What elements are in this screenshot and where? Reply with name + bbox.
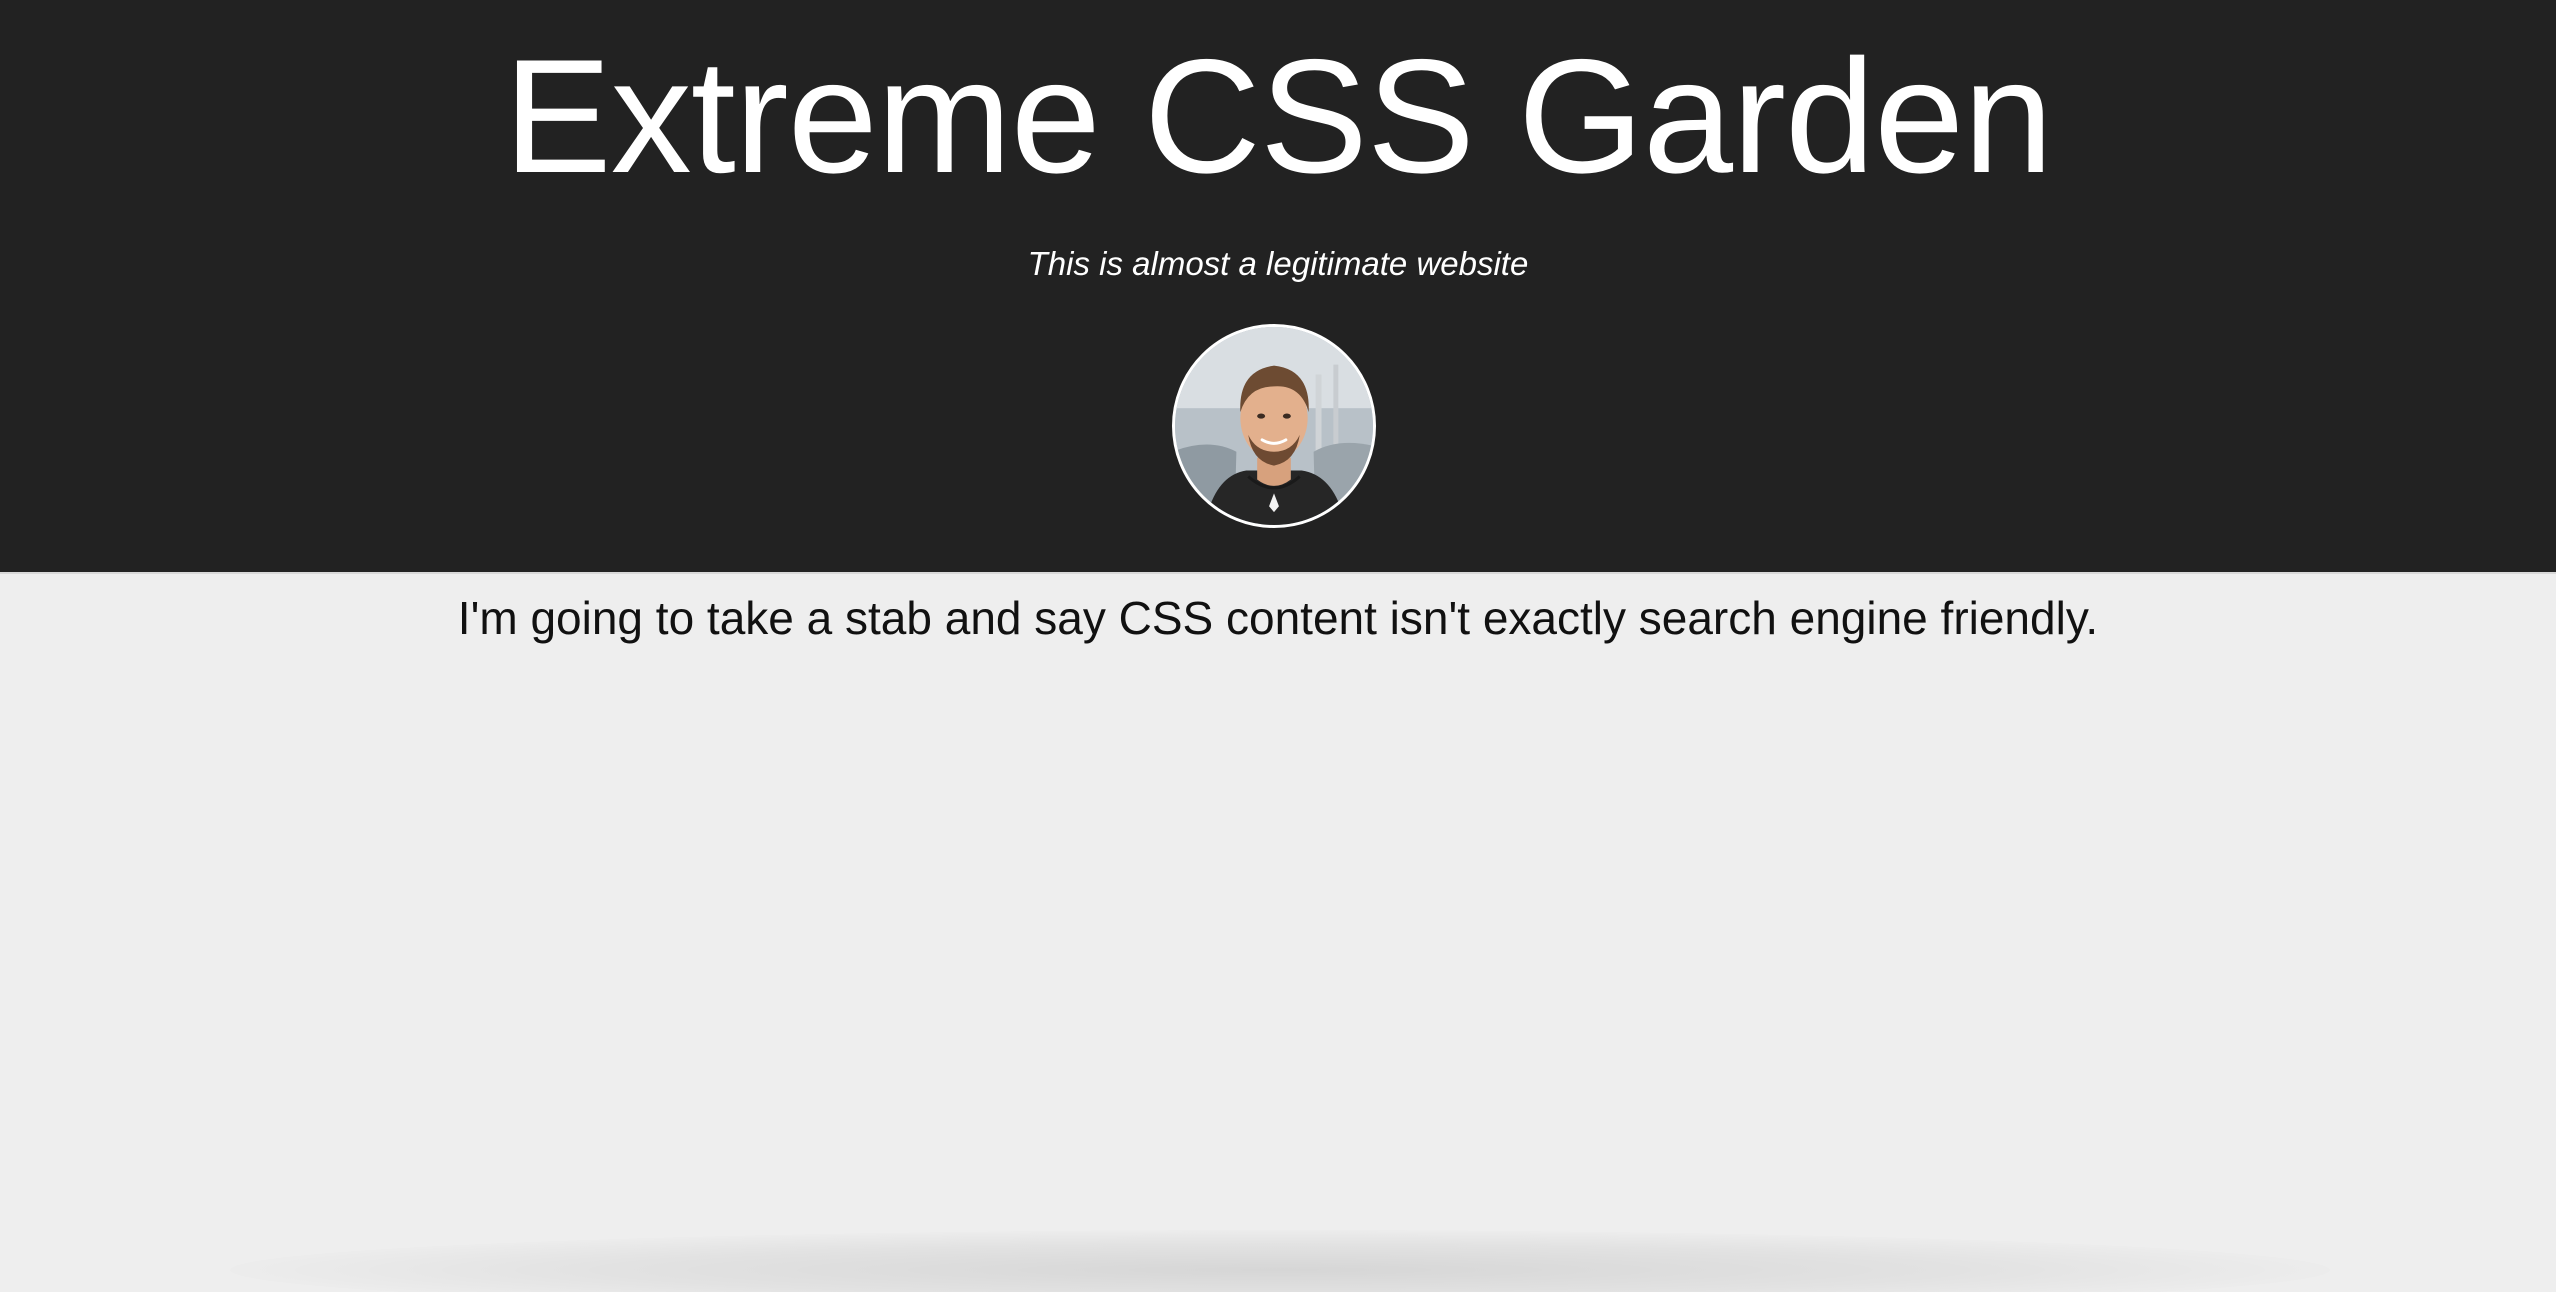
site-title: Extreme CSS Garden <box>503 26 2054 207</box>
avatar <box>1172 324 1376 528</box>
site-header: Extreme CSS Garden This is almost a legi… <box>0 0 2556 574</box>
page: Extreme CSS Garden This is almost a legi… <box>0 0 2556 1292</box>
intro-text: I'm going to take a stab and say CSS con… <box>457 592 2099 644</box>
site-tagline: This is almost a legitimate website <box>1027 245 1529 282</box>
profile-photo-icon <box>1175 327 1373 525</box>
content-panel-shadow <box>230 1230 2330 1292</box>
